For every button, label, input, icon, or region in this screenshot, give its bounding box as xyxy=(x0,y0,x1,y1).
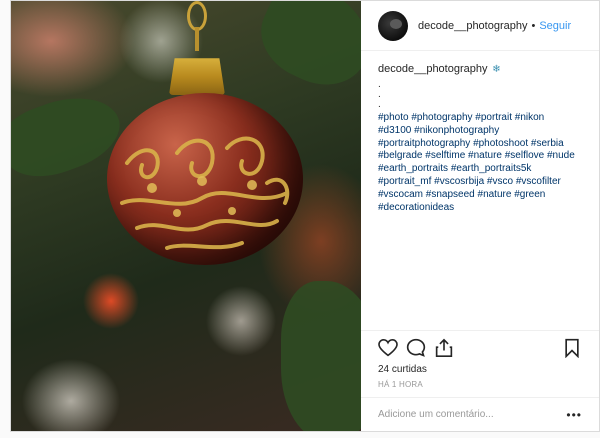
comment-icon[interactable] xyxy=(405,337,427,359)
hashtag-line[interactable]: #photo #photography #portrait #nikon xyxy=(378,112,582,125)
caption-dot: . xyxy=(378,89,381,100)
comment-box: ••• xyxy=(361,397,599,431)
hashtag-line[interactable]: #portrait_mf #vscosrbija #vsco #vscofilt… xyxy=(378,176,582,189)
hashtag-line[interactable]: #portraitphotography #photoshoot #serbia xyxy=(378,138,582,151)
more-options-icon[interactable]: ••• xyxy=(566,408,582,422)
post-card: decode__photography • Seguir decode__pho… xyxy=(10,0,600,432)
ornament-cap xyxy=(169,58,225,95)
hashtags: #photo #photography #portrait #nikon #d3… xyxy=(378,112,582,214)
avatar[interactable] xyxy=(378,10,408,41)
tree-branch xyxy=(247,1,361,101)
caption-dot: . xyxy=(378,79,381,90)
hashtag-line[interactable]: #d3100 #nikonphotography xyxy=(378,125,582,138)
post-timestamp: HÁ 1 HORA xyxy=(378,380,423,389)
comment-input[interactable] xyxy=(378,409,567,420)
follow-button[interactable]: Seguir xyxy=(539,20,571,32)
post-photo[interactable] xyxy=(11,1,361,431)
bookmark-icon[interactable] xyxy=(561,337,583,359)
post-sidebar: decode__photography • Seguir decode__pho… xyxy=(361,1,599,431)
ornament-wire xyxy=(195,27,199,51)
caption-dot: . xyxy=(378,99,381,110)
hashtag-line[interactable]: #earth_portraits #earth_portraits5k xyxy=(378,163,582,176)
action-bar xyxy=(361,330,599,364)
share-icon[interactable] xyxy=(433,337,455,359)
hashtag-line[interactable]: #decorationideas xyxy=(378,202,582,215)
likes-count[interactable]: 24 curtidas xyxy=(378,364,427,375)
header-username[interactable]: decode__photography xyxy=(418,20,527,32)
caption: decode__photography ❄ . . . #photo #phot… xyxy=(361,51,599,214)
heart-icon[interactable] xyxy=(377,337,399,359)
ornament-gold-pattern xyxy=(120,136,290,250)
post-header: decode__photography • Seguir xyxy=(361,1,599,51)
header-separator: • xyxy=(531,19,536,32)
caption-username[interactable]: decode__photography xyxy=(378,63,487,75)
hashtag-line[interactable]: #belgrade #selftime #nature #selflove #n… xyxy=(378,150,582,163)
snowflake-icon: ❄ xyxy=(492,64,501,75)
hashtag-line[interactable]: #vscocam #snapseed #nature #green xyxy=(378,189,582,202)
tree-branch xyxy=(281,281,361,431)
